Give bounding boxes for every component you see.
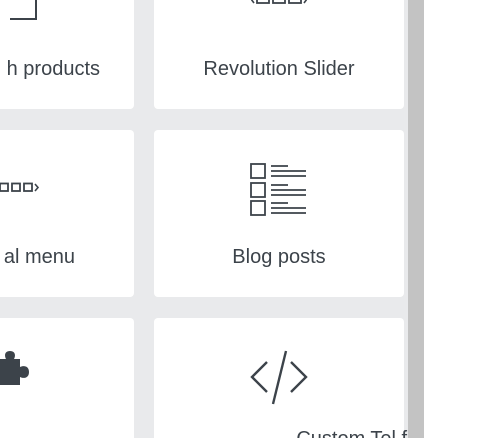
card-blog-posts[interactable]: Blog posts [154,130,404,297]
card-label: Custom Tel fil [296,428,408,438]
card-label: al menu [3,246,75,268]
card-label: Blog posts [232,246,326,268]
vertical-scrollbar[interactable] [408,0,424,438]
scrollbar-thumb[interactable] [408,0,424,438]
card-revolution-slider[interactable]: Revolution Slider [154,0,404,109]
card-custom-file[interactable]: Custom Tel fil [154,318,408,438]
widget-grid-panel: h products Revolution Slider al menu Blo… [0,0,408,438]
menu-icon [0,182,40,194]
card-label: h products [6,58,100,80]
card-plugin[interactable] [0,318,134,438]
products-icon [10,0,40,22]
blank-area [424,0,478,438]
blog-posts-icon [250,163,308,216]
card-products[interactable]: h products [0,0,134,109]
code-icon [250,350,308,406]
card-label: Revolution Slider [203,58,355,80]
slider-icon [251,0,307,6]
card-horizontal-menu[interactable]: al menu [0,130,134,297]
puzzle-icon [0,351,30,399]
